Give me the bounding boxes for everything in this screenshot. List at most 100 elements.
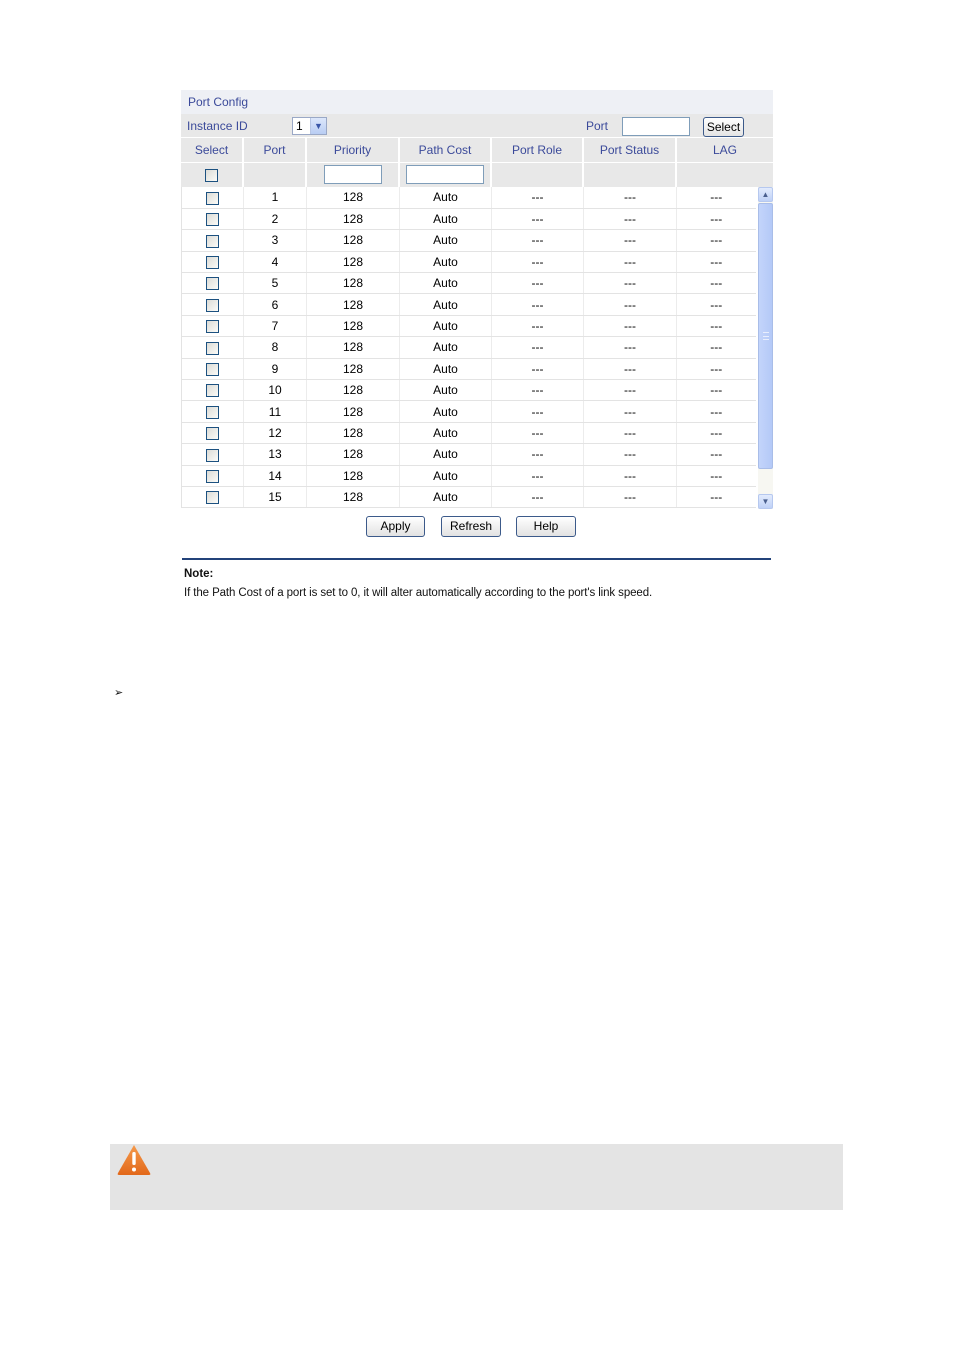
path-cost-cell: Auto: [399, 293, 492, 316]
port-role-cell: ---: [491, 229, 584, 252]
table-row[interactable]: 2 128 Auto --- --- ---: [181, 208, 756, 231]
priority-cell: 128: [306, 336, 400, 359]
chevron-down-icon[interactable]: ▼: [310, 118, 326, 134]
port-role-cell: ---: [491, 400, 584, 423]
row-checkbox[interactable]: [206, 213, 219, 227]
table-row[interactable]: 9 128 Auto --- --- ---: [181, 358, 756, 381]
lag-cell: ---: [676, 358, 756, 381]
panel-title: Port Config: [181, 90, 773, 114]
row-select-cell: [181, 379, 244, 402]
lag-cell: ---: [676, 272, 756, 295]
port-cell: 4: [243, 251, 307, 274]
port-role-cell: ---: [491, 187, 584, 209]
table-row[interactable]: 10 128 Auto --- --- ---: [181, 379, 756, 402]
apply-button[interactable]: Apply: [366, 516, 425, 537]
vertical-scrollbar[interactable]: ▲ ▼: [758, 187, 773, 509]
row-select-cell: [181, 208, 244, 231]
priority-cell: 128: [306, 400, 400, 423]
note-title: Note:: [184, 568, 214, 580]
port-role-cell: ---: [491, 272, 584, 295]
scroll-down-arrow-icon[interactable]: ▼: [758, 494, 773, 509]
refresh-button[interactable]: Refresh: [441, 516, 501, 537]
instance-id-label: Instance ID: [187, 119, 248, 133]
port-role-cell: ---: [491, 293, 584, 316]
port-rows-table: 1 128 Auto --- --- --- 2 128 Auto --- --- --- 3 128 Au…: [181, 187, 756, 509]
row-select-cell: [181, 443, 244, 466]
path-cost-cell: Auto: [399, 208, 492, 231]
port-cell: 13: [243, 443, 307, 466]
row-select-cell: [181, 358, 244, 381]
table-row[interactable]: 12 128 Auto --- --- ---: [181, 422, 756, 445]
port-role-cell: ---: [491, 465, 584, 487]
table-row[interactable]: 13 128 Auto --- --- ---: [181, 443, 756, 466]
path-cost-cell: Auto: [399, 272, 492, 295]
row-checkbox[interactable]: [206, 191, 219, 205]
table-row[interactable]: 4 128 Auto --- --- ---: [181, 251, 756, 274]
row-checkbox[interactable]: [206, 362, 219, 376]
select-button[interactable]: Select: [703, 117, 744, 137]
row-checkbox[interactable]: [206, 256, 219, 270]
arrow-bullet-icon: ➢: [114, 687, 124, 699]
select-all-checkbox[interactable]: [205, 168, 218, 182]
row-checkbox[interactable]: [206, 491, 219, 505]
row-checkbox[interactable]: [206, 234, 219, 248]
row-checkbox[interactable]: [206, 469, 219, 483]
scroll-up-arrow-icon[interactable]: ▲: [758, 187, 773, 202]
row-select-cell: [181, 229, 244, 252]
port-status-cell: ---: [583, 187, 677, 209]
table-row[interactable]: 7 128 Auto --- --- ---: [181, 315, 756, 338]
scrollbar-thumb[interactable]: [758, 203, 773, 469]
table-row[interactable]: 11 128 Auto --- --- ---: [181, 400, 756, 423]
lag-cell: ---: [676, 486, 756, 509]
instance-id-select[interactable]: 1 ▼: [292, 117, 327, 135]
path-cost-cell: Auto: [399, 465, 492, 487]
column-header-port: Port: [243, 138, 307, 163]
port-config-panel: Port Config Instance ID 1 ▼ Port Select …: [181, 90, 773, 537]
table-row[interactable]: 3 128 Auto --- --- ---: [181, 229, 756, 252]
table-row[interactable]: 14 128 Auto --- --- ---: [181, 465, 756, 487]
port-role-cell: ---: [491, 486, 584, 509]
table-row[interactable]: 5 128 Auto --- --- ---: [181, 272, 756, 295]
lag-cell: ---: [676, 379, 756, 402]
table-row[interactable]: 8 128 Auto --- --- ---: [181, 336, 756, 359]
port-role-cell: ---: [491, 336, 584, 359]
path-cost-filter-input[interactable]: [406, 165, 484, 185]
port-status-cell: ---: [583, 422, 677, 445]
row-checkbox[interactable]: [206, 384, 219, 398]
lag-cell: ---: [676, 336, 756, 359]
grip-icon: [763, 332, 769, 340]
help-button[interactable]: Help: [516, 516, 576, 537]
row-select-cell: [181, 422, 244, 445]
port-role-cell: ---: [491, 358, 584, 381]
row-checkbox[interactable]: [206, 427, 219, 441]
port-status-cell: ---: [583, 208, 677, 231]
table-row[interactable]: 15 128 Auto --- --- ---: [181, 486, 756, 509]
priority-cell: 128: [306, 465, 400, 487]
priority-cell: 128: [306, 422, 400, 445]
priority-cell: 128: [306, 229, 400, 252]
row-checkbox[interactable]: [206, 298, 219, 312]
port-cell: 1: [243, 187, 307, 209]
row-checkbox[interactable]: [206, 320, 219, 334]
row-checkbox[interactable]: [206, 405, 219, 419]
table-row[interactable]: 6 128 Auto --- --- ---: [181, 293, 756, 316]
port-status-cell: ---: [583, 443, 677, 466]
port-status-cell: ---: [583, 400, 677, 423]
row-select-cell: [181, 486, 244, 509]
column-header-path-cost: Path Cost: [399, 138, 492, 163]
note-divider: [182, 558, 771, 560]
column-header-port-role: Port Role: [491, 138, 584, 163]
port-cell: 12: [243, 422, 307, 445]
priority-filter-input[interactable]: [323, 165, 382, 185]
table-row[interactable]: 1 128 Auto --- --- ---: [181, 187, 756, 209]
row-checkbox[interactable]: [206, 448, 219, 462]
lag-cell: ---: [676, 251, 756, 274]
port-cell: 3: [243, 229, 307, 252]
row-checkbox[interactable]: [206, 341, 219, 355]
row-checkbox[interactable]: [206, 277, 219, 291]
port-input[interactable]: [622, 117, 690, 136]
column-header-select: Select: [181, 138, 244, 163]
lag-cell: ---: [676, 229, 756, 252]
row-select-cell: [181, 465, 244, 487]
priority-cell: 128: [306, 379, 400, 402]
